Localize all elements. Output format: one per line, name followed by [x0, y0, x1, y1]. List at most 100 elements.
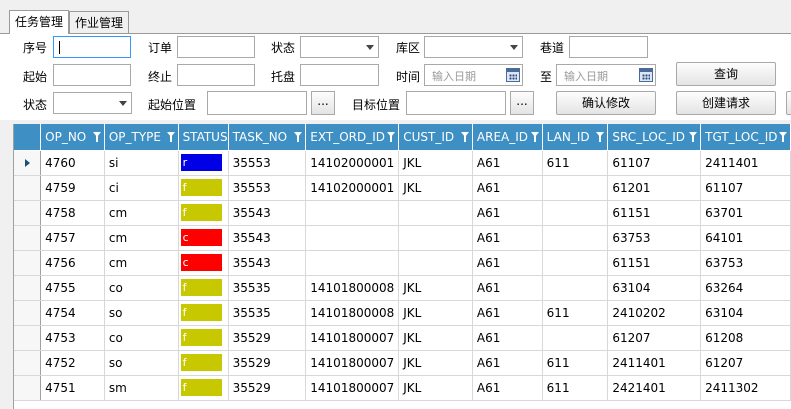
- cell-op-no[interactable]: 4759: [40, 175, 105, 201]
- filter-icon[interactable]: [460, 132, 469, 142]
- row-header[interactable]: [14, 225, 42, 251]
- table-row[interactable]: 4756 cm c 35543 A61 61151 63753: [14, 250, 791, 276]
- calendar-icon[interactable]: [506, 68, 520, 82]
- cell-op-no[interactable]: 4758: [40, 200, 105, 226]
- table-row[interactable]: 4759 ci f 35553 14102000001 JKL A61 61201 61107: [14, 175, 791, 201]
- cell-area-id[interactable]: A61: [472, 300, 543, 326]
- cell-src-loc-id[interactable]: 63104: [607, 275, 702, 301]
- cell-op-type[interactable]: co: [104, 325, 179, 351]
- table-row[interactable]: 4751 sm f 35529 14101800007 JKL A61 611 2421401 2…: [14, 375, 791, 401]
- cell-area-id[interactable]: A61: [472, 275, 543, 301]
- cell-ext-ord-id[interactable]: 14101800008: [305, 300, 400, 326]
- cell-src-loc-id[interactable]: 61151: [607, 200, 702, 226]
- column-header-op-type[interactable]: OP_TYPE: [104, 124, 179, 151]
- row-header[interactable]: [14, 375, 42, 401]
- cell-lan-id[interactable]: [542, 250, 609, 276]
- cell-cust-id[interactable]: JKL: [398, 325, 473, 351]
- confirm-modify-button[interactable]: 确认修改: [556, 91, 656, 115]
- row-header[interactable]: [14, 175, 42, 201]
- cell-tgt-loc-id[interactable]: 63104: [700, 300, 791, 326]
- cell-src-loc-id[interactable]: 61201: [607, 175, 702, 201]
- cell-task-no[interactable]: 35553: [228, 175, 307, 201]
- cell-area-id[interactable]: A61: [472, 175, 543, 201]
- cell-op-type[interactable]: cm: [104, 225, 179, 251]
- cell-tgt-loc-id[interactable]: 64101: [700, 225, 791, 251]
- tab-task-management[interactable]: 任务管理: [9, 10, 70, 34]
- cell-status[interactable]: f: [178, 300, 229, 326]
- row-header[interactable]: [14, 200, 42, 226]
- cell-lan-id[interactable]: 611: [542, 375, 609, 401]
- cell-ext-ord-id[interactable]: [305, 225, 400, 251]
- cell-area-id[interactable]: A61: [472, 325, 543, 351]
- cell-src-loc-id[interactable]: 2411401: [607, 350, 702, 376]
- row-header[interactable]: [14, 350, 42, 376]
- cell-op-type[interactable]: co: [104, 275, 179, 301]
- column-header-tgt-loc-id[interactable]: TGT_LOC_ID: [700, 124, 791, 151]
- cell-ext-ord-id[interactable]: 14101800007: [305, 350, 400, 376]
- cell-op-no[interactable]: 4757: [40, 225, 105, 251]
- cell-op-type[interactable]: cm: [104, 200, 179, 226]
- cell-lan-id[interactable]: [542, 275, 609, 301]
- cell-status[interactable]: c: [178, 250, 229, 276]
- cell-op-type[interactable]: cm: [104, 250, 179, 276]
- cell-lan-id[interactable]: 611: [542, 150, 609, 176]
- cell-ext-ord-id[interactable]: 14101800007: [305, 375, 400, 401]
- src-pos-input[interactable]: [207, 91, 307, 115]
- cell-op-no[interactable]: 4751: [40, 375, 105, 401]
- start-date-picker[interactable]: 输入日期: [424, 64, 523, 86]
- table-row[interactable]: 4754 so f 35535 14101800008 JKL A61 611 2410202 6…: [14, 300, 791, 326]
- cell-op-no[interactable]: 4755: [40, 275, 105, 301]
- src-pos-browse-button[interactable]: ...: [311, 91, 335, 115]
- cell-cust-id[interactable]: JKL: [398, 275, 473, 301]
- status2-select[interactable]: [53, 92, 132, 114]
- query-button[interactable]: 查询: [676, 62, 776, 86]
- overflow-button[interactable]: [786, 91, 791, 115]
- cell-ext-ord-id[interactable]: 14101800007: [305, 325, 400, 351]
- table-row[interactable]: 4752 so f 35529 14101800007 JKL A61 611 2411401 6…: [14, 350, 791, 376]
- tab-job-management[interactable]: 作业管理: [69, 11, 130, 33]
- filter-icon[interactable]: [294, 132, 303, 142]
- column-header-ext-ord-id[interactable]: EXT_ORD_ID: [305, 124, 400, 151]
- cell-task-no[interactable]: 35535: [228, 300, 307, 326]
- cell-tgt-loc-id[interactable]: 63264: [700, 275, 791, 301]
- cell-area-id[interactable]: A61: [472, 375, 543, 401]
- area-select[interactable]: [424, 36, 523, 58]
- cell-cust-id[interactable]: JKL: [398, 150, 473, 176]
- row-header[interactable]: [14, 325, 42, 351]
- cell-cust-id[interactable]: [398, 225, 473, 251]
- lane-input[interactable]: [569, 36, 648, 58]
- column-header-task-no[interactable]: TASK_NO: [228, 124, 307, 151]
- table-row[interactable]: 4753 co f 35529 14101800007 JKL A61 61207 61208: [14, 325, 791, 351]
- column-header-cust-id[interactable]: CUST_ID: [398, 124, 473, 151]
- filter-icon[interactable]: [596, 132, 605, 142]
- cell-status[interactable]: f: [178, 275, 229, 301]
- cell-task-no[interactable]: 35543: [228, 225, 307, 251]
- column-header-op-no[interactable]: OP_NO: [40, 124, 105, 151]
- order-input[interactable]: [177, 36, 255, 58]
- cell-lan-id[interactable]: [542, 325, 609, 351]
- cell-lan-id[interactable]: 611: [542, 350, 609, 376]
- cell-area-id[interactable]: A61: [472, 350, 543, 376]
- cell-status[interactable]: f: [178, 325, 229, 351]
- cell-src-loc-id[interactable]: 61107: [607, 150, 702, 176]
- cell-cust-id[interactable]: JKL: [398, 350, 473, 376]
- column-header-status[interactable]: STATUS: [178, 124, 229, 151]
- cell-tgt-loc-id[interactable]: 2411401: [700, 150, 791, 176]
- cell-status[interactable]: f: [178, 175, 229, 201]
- filter-icon[interactable]: [530, 132, 539, 142]
- cell-status[interactable]: r: [178, 150, 229, 176]
- cell-status[interactable]: c: [178, 225, 229, 251]
- cell-task-no[interactable]: 35543: [228, 250, 307, 276]
- table-row[interactable]: 4757 cm c 35543 A61 63753 64101: [14, 225, 791, 251]
- cell-src-loc-id[interactable]: 2421401: [607, 375, 702, 401]
- cell-op-no[interactable]: 4753: [40, 325, 105, 351]
- cell-tgt-loc-id[interactable]: 61107: [700, 175, 791, 201]
- cell-lan-id[interactable]: [542, 200, 609, 226]
- row-header[interactable]: [14, 250, 42, 276]
- table-row[interactable]: 4760 si r 35553 14102000001 JKL A61 611 61107 241…: [14, 150, 791, 176]
- calendar-icon[interactable]: [639, 68, 653, 82]
- cell-status[interactable]: f: [178, 200, 229, 226]
- cell-op-no[interactable]: 4760: [40, 150, 105, 176]
- cell-op-type[interactable]: so: [104, 300, 179, 326]
- cell-ext-ord-id[interactable]: 14101800008: [305, 275, 400, 301]
